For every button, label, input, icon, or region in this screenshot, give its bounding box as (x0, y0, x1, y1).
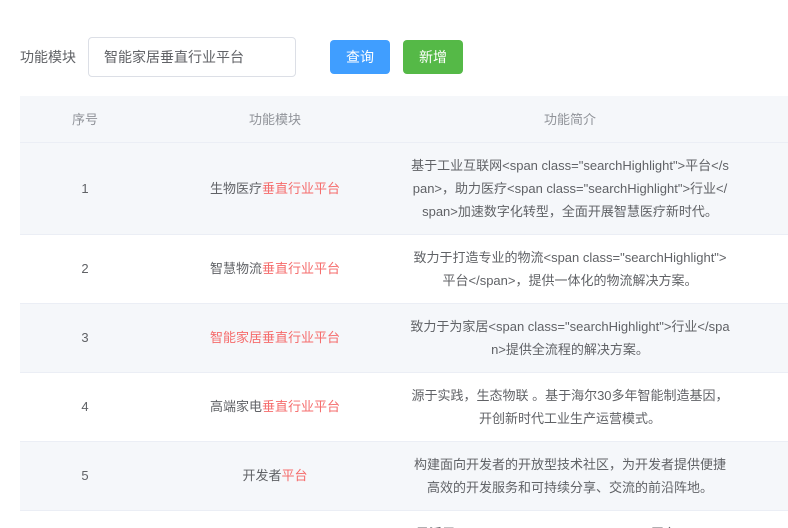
results-table: 序号 功能模块 功能简介 1 生物医疗垂直行业平台 基于工业互联网<span cla… (20, 96, 788, 528)
column-header-index[interactable]: 序号 (20, 96, 150, 143)
cell-module: 智慧物流垂直行业平台 (150, 234, 400, 304)
search-toolbar: 功能模块 查询 新增 (0, 0, 788, 90)
table-header: 序号 功能模块 功能简介 (20, 96, 788, 143)
module-plain-text: 生物医疗 (209, 180, 262, 196)
cell-index: 5 (20, 441, 150, 511)
cell-module: 生物医疗垂直行业平台 (150, 142, 400, 235)
table-row[interactable]: 2 智慧物流垂直行业平台 致力于打造专业的物流<span class="search… (20, 234, 788, 304)
module-field-label: 功能模块 (20, 49, 76, 65)
cell-index: 3 (20, 303, 150, 373)
cell-module: 高端家电垂直行业平台 (150, 372, 400, 442)
table-row[interactable]: 灵活用工<span class="searchHighlight">平台</sp… (20, 510, 788, 528)
module-highlight-text: 垂直行业平台 (262, 399, 341, 414)
module-highlight-text: 垂直行业平台 (262, 180, 341, 196)
table-body: 1 生物医疗垂直行业平台 基于工业互联网<span class="searchHig… (20, 142, 788, 528)
cell-module (150, 510, 400, 528)
cell-time: 20 (740, 372, 788, 442)
cell-description: 源于实践，生态物联 。基于海尔30多年智能制造基因，开创新时代工业生产运营模式。 (400, 372, 740, 442)
cell-time: 20 (740, 441, 788, 511)
add-button[interactable]: 新增 (403, 40, 463, 74)
module-highlight-text: 垂直行业平台 (262, 261, 341, 276)
cell-description: 致力于打造专业的物流<span class="searchHighlight">… (400, 234, 740, 304)
cell-module: 开发者平台 (150, 441, 400, 511)
cell-index: 4 (20, 372, 150, 442)
page-root: 功能模块 查询 新增 序号 功能模块 功能简介 1生物医疗垂直行业平台基于工业互… (0, 0, 788, 528)
module-search-input[interactable] (88, 37, 296, 77)
table-row[interactable]: 4 高端家电垂直行业平台 源于实践，生态物联 。基于海尔30多年智能制造基因，开创新… (20, 372, 788, 442)
table-header-row: 序号 功能模块 功能简介 (20, 96, 788, 143)
cell-description: 构建面向开发者的开放型技术社区，为开发者提供便捷高效的开发服务和可持续分享、交流… (400, 441, 740, 511)
table-row[interactable]: 5 开发者平台 构建面向开发者的开放型技术社区，为开发者提供便捷高效的开发服务和可持… (20, 441, 788, 511)
cell-description: 灵活用工<span class="searchHighlight">平台</sp… (400, 510, 740, 528)
cell-description: 致力于为家居<span class="searchHighlight">行业</… (400, 303, 740, 373)
cell-index (20, 510, 150, 528)
cell-time: 20 (740, 234, 788, 304)
results-table-container: 序号 功能模块 功能简介 1 生物医疗垂直行业平台 基于工业互联网<span cla… (20, 96, 788, 528)
column-header-module[interactable]: 功能模块 (150, 96, 400, 143)
cell-module: 智能家居垂直行业平台 (150, 303, 400, 373)
module-highlight-text: 平台 (281, 468, 308, 483)
cell-index: 2 (20, 234, 150, 304)
module-highlight-text: 智能家居垂直行业平台 (209, 330, 340, 345)
cell-description: 基于工业互联网<span class="searchHighlight">平台<… (400, 142, 740, 235)
cell-index: 1 (20, 142, 150, 235)
module-plain-text: 智慧物流 (209, 261, 262, 276)
module-plain-text: 高端家电 (209, 399, 262, 414)
cell-time: 20 (740, 303, 788, 373)
cell-time: 20 (740, 142, 788, 235)
cell-time (740, 510, 788, 528)
query-button[interactable]: 查询 (330, 40, 390, 74)
column-header-description[interactable]: 功能简介 (400, 96, 740, 143)
table-row[interactable]: 1 生物医疗垂直行业平台 基于工业互联网<span class="searchHig… (20, 142, 788, 235)
column-header-time[interactable] (740, 96, 788, 143)
table-row[interactable]: 3 智能家居垂直行业平台 致力于为家居<span class="searchHigh… (20, 303, 788, 373)
module-plain-text: 开发者 (242, 468, 282, 483)
